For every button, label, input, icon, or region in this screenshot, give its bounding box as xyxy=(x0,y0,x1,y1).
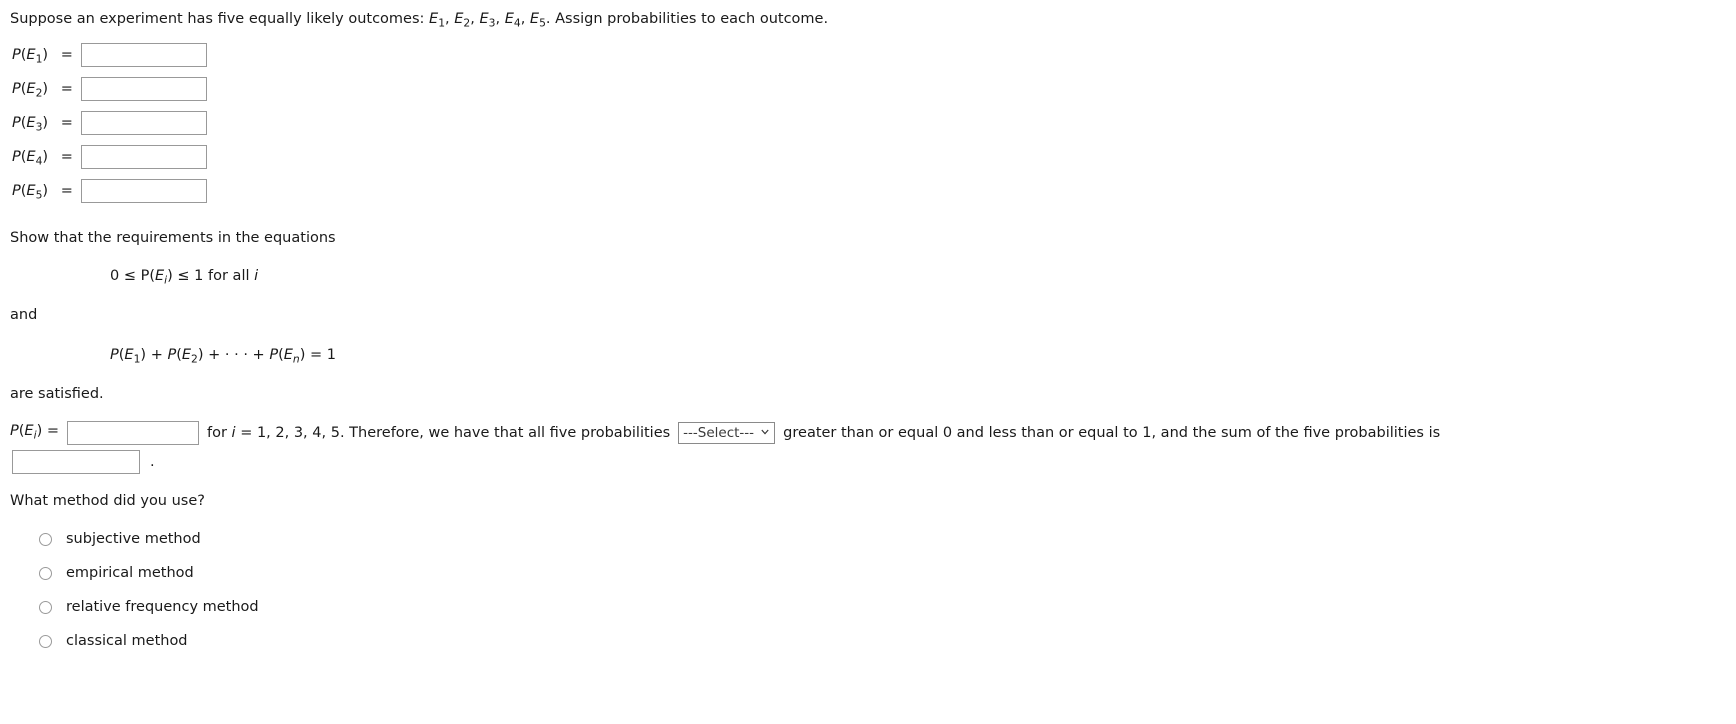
equals-sign-2: = xyxy=(60,81,73,97)
outcome-sep-2: , xyxy=(470,11,475,27)
req-eq2-p3: P xyxy=(269,347,279,363)
req-eq2-p1: P xyxy=(110,347,119,363)
probability-input-1[interactable] xyxy=(81,43,208,67)
req-eq2-v3: E xyxy=(283,347,293,363)
probability-comparison-select-wrap[interactable]: ---Select--- are are not xyxy=(678,422,776,444)
equals-sign-5: = xyxy=(60,183,73,199)
probability-input-5[interactable] xyxy=(81,179,208,203)
radio-icon-subjective[interactable] xyxy=(39,532,52,546)
req-eq2-p2: P xyxy=(167,347,177,363)
outcome-e2: E2 xyxy=(454,11,471,30)
requirement-equation-2: P(E1) + P(E2) + · · · + P(En) = 1 xyxy=(110,348,336,365)
method-option-label-classical: classical method xyxy=(66,633,188,649)
probability-row-4: P(E4) = xyxy=(12,145,208,169)
probability-input-2[interactable] xyxy=(81,77,208,101)
answer-period: . xyxy=(150,453,155,470)
req-eq2-v2: E xyxy=(181,347,192,363)
method-option-label-subjective: subjective method xyxy=(66,531,201,547)
method-question-title: What method did you use? xyxy=(10,493,205,509)
requirements-conjunction: and xyxy=(10,307,38,323)
problem-prompt-text: Suppose an experiment has five equally l… xyxy=(10,11,425,27)
answer-mid-text: for i = 1, 2, 3, 4, 5. Therefore, we hav… xyxy=(207,426,670,441)
answer-mid-a: for xyxy=(207,424,227,441)
method-option-empirical[interactable]: empirical method xyxy=(39,566,194,581)
problem-prompt-tail: . Assign probabilities to each outcome. xyxy=(545,11,829,27)
general-probability-input[interactable] xyxy=(67,421,199,445)
probability-row-2: P(E2) = xyxy=(12,77,208,101)
exercise-page: Suppose an experiment has five equally l… xyxy=(0,0,1736,724)
req-eq2-s2: 2 xyxy=(191,352,198,366)
probability-label-2: P(E2) xyxy=(12,81,49,100)
probability-label-4: P(E4) xyxy=(12,149,49,168)
requirements-closing: are satisfied. xyxy=(10,386,104,402)
probability-row-5: P(E5) = xyxy=(12,179,208,203)
req-eq1-var: E xyxy=(155,268,165,284)
outcome-e4: E4 xyxy=(504,11,521,30)
requirement-equation-1: 0 ≤ P(Ei) ≤ 1 for all i xyxy=(110,269,258,286)
outcome-e5: E5 xyxy=(529,11,546,30)
req-eq2-t4: ) = 1 xyxy=(299,347,336,363)
req-eq2-t2: ) + xyxy=(140,347,168,363)
radio-icon-empirical[interactable] xyxy=(39,566,52,580)
probability-row-3: P(E3) = xyxy=(12,111,208,135)
requirements-intro: Show that the requirements in the equati… xyxy=(10,230,336,246)
probability-input-4[interactable] xyxy=(81,145,208,169)
equals-sign-3: = xyxy=(60,115,73,131)
req-eq2-t3: ) + · · · + xyxy=(197,347,270,363)
probability-label-5: P(E5) xyxy=(12,183,49,202)
method-option-subjective[interactable]: subjective method xyxy=(39,532,201,547)
answer-line: P(Ei) = for i = 1, 2, 3, 4, 5. Therefore… xyxy=(10,421,1440,445)
outcome-e1: E1 xyxy=(429,11,446,30)
answer-mid-var: i xyxy=(231,424,236,441)
outcome-e3: E3 xyxy=(479,11,496,30)
answer-mid-b: = 1, 2, 3, 4, 5. Therefore, we have that… xyxy=(240,424,671,441)
probability-input-3[interactable] xyxy=(81,111,208,135)
answer-prefix: P(Ei) = xyxy=(10,423,59,442)
radio-icon-classical[interactable] xyxy=(39,634,52,648)
outcome-sep-4: , xyxy=(520,11,526,27)
method-option-label-empirical: empirical method xyxy=(66,565,194,581)
outcome-sep-3: , xyxy=(495,11,501,27)
req-eq1-tail: ) ≤ 1 for all xyxy=(167,268,250,284)
sum-probability-input[interactable] xyxy=(12,450,140,474)
req-eq1-lead: 0 ≤ P( xyxy=(110,268,155,284)
outcome-sep-1: , xyxy=(445,11,450,27)
req-eq2-v1: E xyxy=(124,347,134,363)
radio-icon-relative-frequency[interactable] xyxy=(39,600,52,614)
method-option-relative-frequency[interactable]: relative frequency method xyxy=(39,600,259,615)
method-option-classical[interactable]: classical method xyxy=(39,634,188,649)
probability-row-1: P(E1) = xyxy=(12,43,208,67)
probability-comparison-select[interactable]: ---Select--- are are not xyxy=(678,422,776,444)
problem-prompt: Suppose an experiment has five equally l… xyxy=(10,12,828,29)
equals-sign-4: = xyxy=(60,149,73,165)
probability-label-3: P(E3) xyxy=(12,115,49,134)
req-eq1-trailing-var: i xyxy=(254,268,259,284)
method-option-label-relative-frequency: relative frequency method xyxy=(66,599,259,615)
answer-after-select-text: greater than or equal 0 and less than or… xyxy=(783,424,1441,441)
answer-line-continued: . xyxy=(12,450,155,474)
req-eq2-s3: n xyxy=(292,352,300,366)
equals-sign-1: = xyxy=(60,47,73,63)
probability-label-1: P(E1) xyxy=(12,47,49,66)
